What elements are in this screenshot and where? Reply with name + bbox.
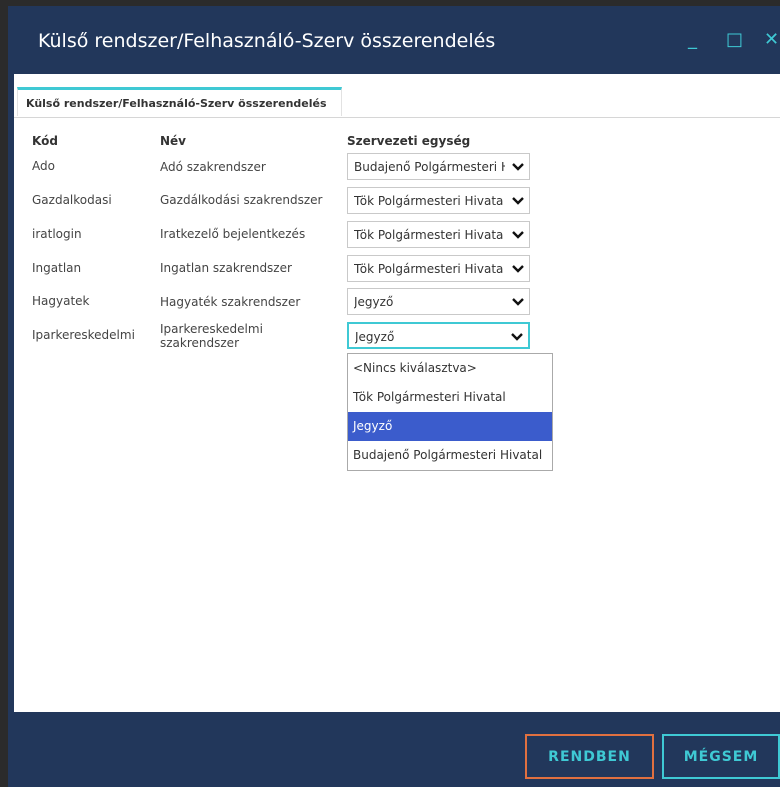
- chevron-down-icon: [512, 265, 524, 273]
- org-select[interactable]: Budajenő Polgármesteri H: [347, 153, 530, 180]
- chevron-down-icon: [511, 333, 523, 341]
- row-name: Gazdálkodási szakrendszer: [160, 193, 323, 207]
- footer-bar: RENDBEN MÉGSEM: [8, 712, 780, 787]
- chevron-down-icon: [512, 163, 524, 171]
- maximize-icon[interactable]: □: [726, 30, 743, 50]
- row-code: Ado: [32, 159, 55, 173]
- org-select-value: Tök Polgármesteri Hivata: [354, 194, 504, 208]
- org-select[interactable]: Tök Polgármesteri Hivata: [347, 221, 530, 248]
- chevron-down-icon: [512, 231, 524, 239]
- row-name: Iparkereskedelmi szakrendszer: [160, 322, 263, 350]
- dialog-window: Külső rendszer/Felhasználó-Szerv összere…: [8, 6, 780, 787]
- org-select-value: Jegyző: [354, 295, 394, 309]
- content-panel: Külső rendszer/Felhasználó-Szerv összere…: [14, 74, 780, 712]
- row-code: Ingatlan: [32, 261, 82, 275]
- org-select[interactable]: Tök Polgármesteri Hivata: [347, 187, 530, 214]
- dialog-title: Külső rendszer/Felhasználó-Szerv összere…: [38, 30, 496, 52]
- ok-button[interactable]: RENDBEN: [525, 734, 654, 779]
- org-select[interactable]: Jegyző: [347, 288, 530, 315]
- row-code: Hagyatek: [32, 294, 90, 308]
- org-select[interactable]: Tök Polgármesteri Hivata: [347, 255, 530, 282]
- row-name: Adó szakrendszer: [160, 160, 266, 174]
- close-icon[interactable]: ✕: [764, 30, 779, 50]
- chevron-down-icon: [512, 298, 524, 306]
- title-bar[interactable]: Külső rendszer/Felhasználó-Szerv összere…: [8, 6, 780, 74]
- column-header-org: Szervezeti egység: [347, 134, 471, 148]
- row-code: Gazdalkodasi: [32, 193, 112, 207]
- row-code: iratlogin: [32, 227, 82, 241]
- row-name: Iratkezelő bejelentkezés: [160, 227, 306, 241]
- org-select-open[interactable]: Jegyző: [347, 322, 530, 349]
- dropdown-option-selected[interactable]: Jegyző: [348, 412, 552, 441]
- dropdown-option[interactable]: Budajenő Polgármesteri Hivatal: [348, 441, 552, 470]
- row-name: Hagyaték szakrendszer: [160, 295, 301, 309]
- org-select-value: Jegyző: [355, 330, 395, 344]
- org-dropdown-list: <Nincs kiválasztva> Tök Polgármesteri Hi…: [347, 353, 553, 471]
- tab-bar: Külső rendszer/Felhasználó-Szerv összere…: [14, 87, 780, 118]
- dropdown-option[interactable]: Tök Polgármesteri Hivatal: [348, 383, 552, 412]
- org-select-value: Tök Polgármesteri Hivata: [354, 262, 504, 276]
- org-select-value: Tök Polgármesteri Hivata: [354, 228, 504, 242]
- org-select-value: Budajenő Polgármesteri H: [354, 160, 505, 174]
- minimize-icon[interactable]: _: [688, 30, 697, 50]
- column-header-name: Név: [160, 134, 187, 148]
- dropdown-option[interactable]: <Nincs kiválasztva>: [348, 354, 552, 383]
- chevron-down-icon: [512, 197, 524, 205]
- row-name: Ingatlan szakrendszer: [160, 261, 292, 275]
- cancel-button[interactable]: MÉGSEM: [662, 734, 780, 779]
- tab-assignment[interactable]: Külső rendszer/Felhasználó-Szerv összere…: [17, 87, 342, 116]
- column-header-code: Kód: [32, 134, 58, 148]
- row-code: Iparkereskedelmi: [32, 328, 135, 342]
